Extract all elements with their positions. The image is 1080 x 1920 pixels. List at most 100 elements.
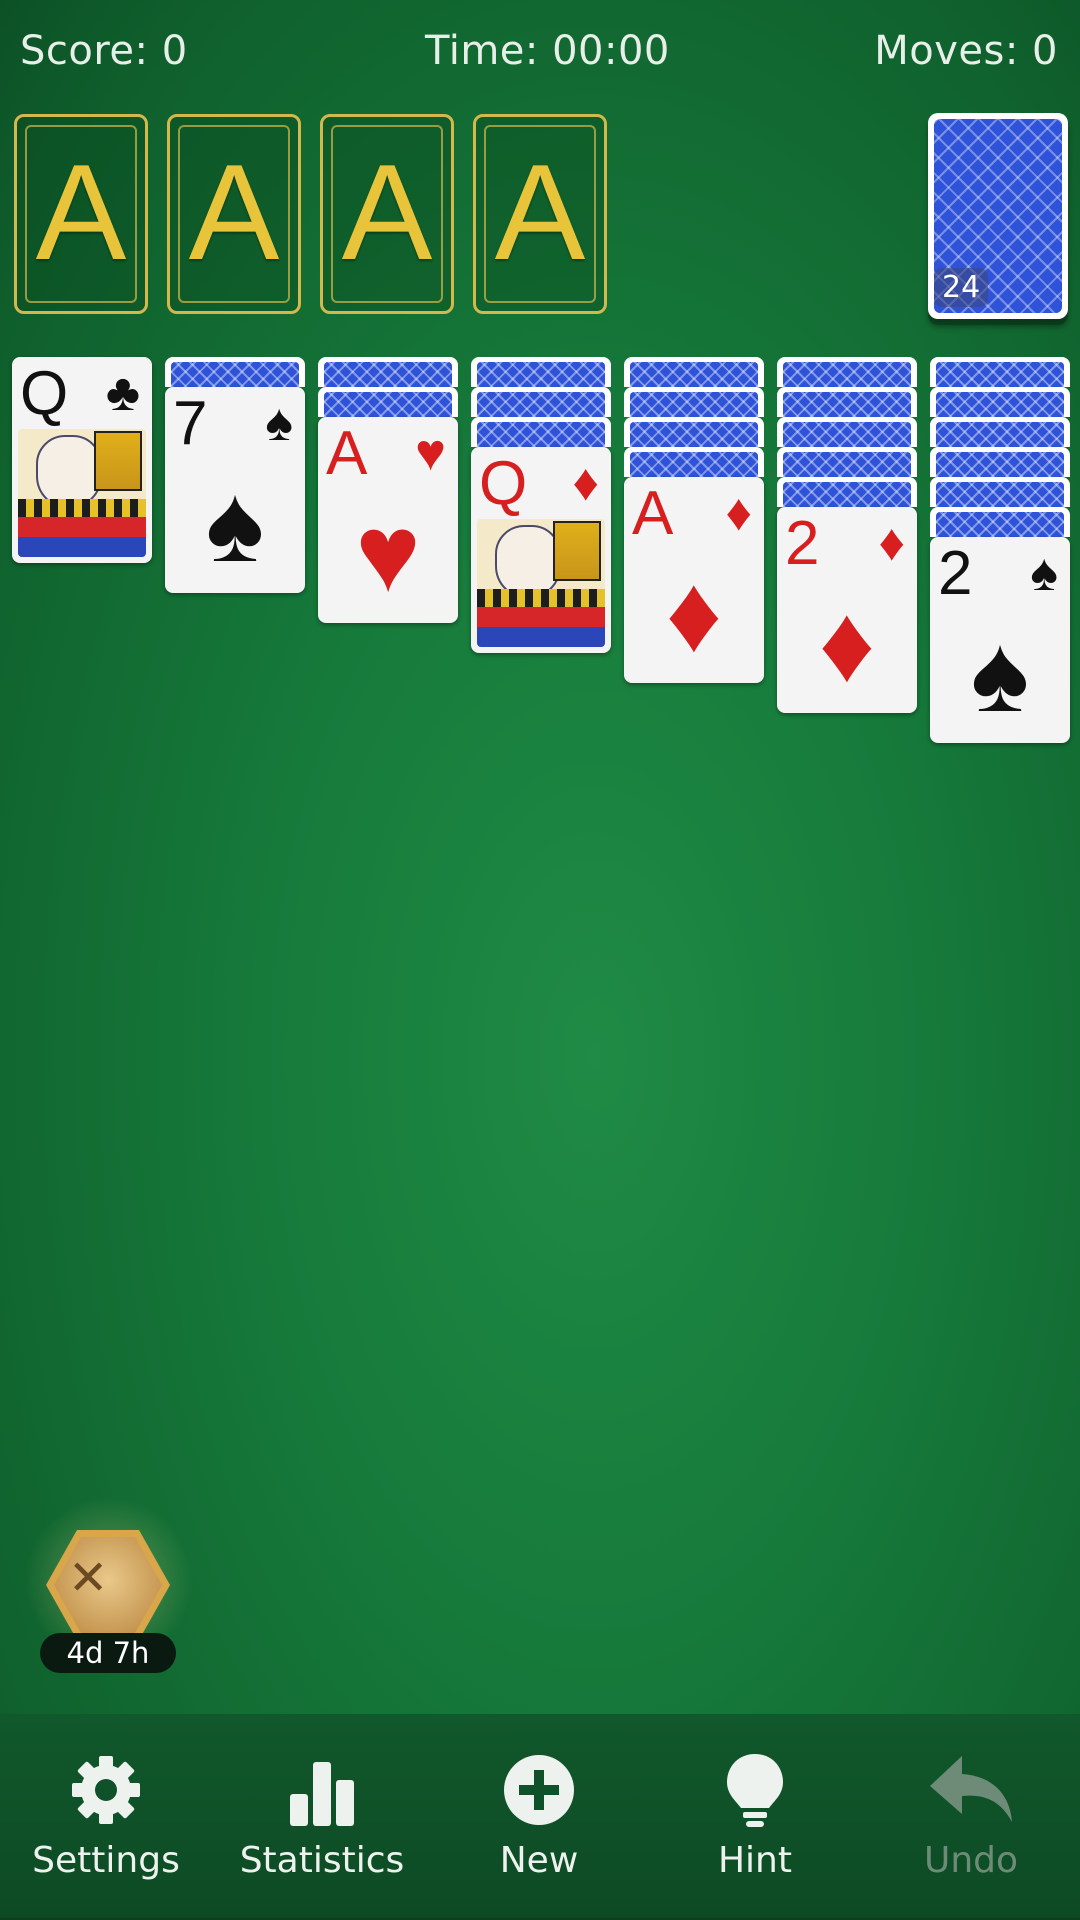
new-label: New [499,1840,579,1881]
treasure-map-icon: ✕ [68,1550,109,1606]
face-up-card[interactable]: 7 ♠ ♠ [165,387,305,593]
card-center-suit: ♦ [665,552,723,675]
queen-head [36,435,102,509]
card-suit-icon: ♦ [572,454,599,512]
card-suit-icon: ♦ [878,514,905,572]
card-suit-icon: ♣ [105,364,140,422]
new-game-button[interactable]: New [439,1750,639,1881]
face-down-card [471,357,611,387]
card-back-pattern [324,362,452,387]
lightbulb-icon [655,1750,855,1830]
card-suit-icon: ♠ [1030,544,1058,602]
card-back-pattern [783,422,911,447]
face-down-card [930,357,1070,387]
card-back-pattern [936,482,1064,507]
card-back-pattern [630,422,758,447]
card-back-pattern [936,392,1064,417]
card-rank: A [326,419,368,488]
card-back-pattern [630,452,758,477]
foundation-label: A [188,136,280,288]
card-center-suit: ♥ [355,492,421,615]
hint-button[interactable]: Hint [655,1750,855,1881]
card-rank: A [632,479,674,548]
bottom-toolbar: Settings Statistics New Hint Undo [0,1714,1080,1920]
card-back-pattern [477,362,605,387]
face-down-card [471,387,611,417]
statistics-label: Statistics [239,1840,405,1881]
foundation-pile[interactable]: A [14,114,148,314]
card-rank: Q [479,449,528,518]
face-down-card [624,357,764,387]
face-up-card[interactable]: A ♦ ♦ [624,477,764,683]
face-down-card [930,447,1070,477]
plus-circle-icon [439,1750,639,1830]
card-back-pattern [477,392,605,417]
face-up-card[interactable]: 2 ♠ ♠ [930,537,1070,743]
score-text: Score: 0 [20,28,188,74]
face-down-card [930,477,1070,507]
undo-button[interactable]: Undo [871,1750,1071,1881]
foundation-label: A [341,136,433,288]
moves-text: Moves: 0 [874,28,1058,74]
card-rank: 2 [785,509,820,578]
card-back-pattern [630,392,758,417]
face-up-card[interactable]: Q ♣ [12,357,152,563]
foundation-pile[interactable]: A [320,114,454,314]
card-back-pattern [783,392,911,417]
card-suit-icon: ♥ [415,424,446,482]
face-up-card[interactable]: Q ♦ [471,447,611,653]
face-down-card [777,477,917,507]
bar-chart-icon [222,1750,422,1830]
face-down-card [777,447,917,477]
face-down-card [624,447,764,477]
foundation-label: A [35,136,127,288]
foundation-pile[interactable]: A [473,114,607,314]
card-back-pattern [477,422,605,447]
face-down-card [624,417,764,447]
undo-arrow-icon [871,1750,1071,1830]
card-rank: 7 [173,389,208,458]
undo-label: Undo [923,1840,1019,1881]
stock-pile[interactable]: 24 [928,113,1068,319]
card-back-pattern [936,362,1064,387]
card-back-pattern [936,512,1064,537]
statistics-button[interactable]: Statistics [222,1750,422,1881]
card-back-pattern [630,362,758,387]
face-down-card [777,417,917,447]
queen-portrait [18,429,146,557]
settings-label: Settings [32,1840,180,1881]
card-back-pattern [783,362,911,387]
card-back-pattern [171,362,299,387]
event-badge[interactable]: ✕ 4d 7h [24,1496,194,1680]
face-up-card[interactable]: A ♥ ♥ [318,417,458,623]
card-rank: 2 [938,539,973,608]
queen-portrait [477,519,605,647]
card-back-pattern [783,482,911,507]
face-down-card [318,357,458,387]
card-suit-icon: ♦ [725,484,752,542]
card-center-suit: ♠ [205,462,265,585]
time-text: Time: 00:00 [425,28,670,74]
face-down-card [624,387,764,417]
card-back-pattern [936,422,1064,447]
settings-button[interactable]: Settings [6,1750,206,1881]
queen-head [495,525,561,599]
face-down-card [777,357,917,387]
card-suit-icon: ♠ [265,394,293,452]
queen-robe [18,499,146,557]
card-rank: Q [20,359,69,428]
face-down-card [930,417,1070,447]
foundation-pile[interactable]: A [167,114,301,314]
card-back-pattern [783,452,911,477]
gear-icon [6,1750,206,1830]
hint-label: Hint [717,1840,792,1881]
face-down-card [165,357,305,387]
queen-crown [553,521,601,581]
face-down-card [930,507,1070,537]
face-down-card [318,387,458,417]
card-back-pattern [324,392,452,417]
card-center-suit: ♠ [970,612,1030,735]
face-down-card [930,387,1070,417]
queen-crown [94,431,142,491]
face-up-card[interactable]: 2 ♦ ♦ [777,507,917,713]
